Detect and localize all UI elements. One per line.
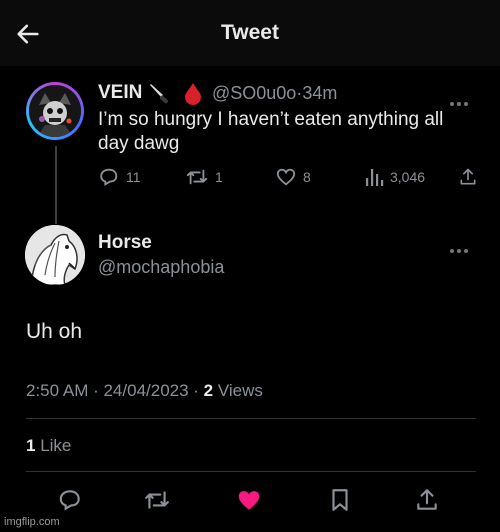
share-icon bbox=[460, 168, 476, 185]
thread-line bbox=[55, 146, 57, 224]
views-count: 2 bbox=[203, 381, 214, 400]
top-bar: Tweet bbox=[0, 0, 500, 66]
display-name[interactable]: Horse bbox=[98, 232, 152, 254]
reply-button[interactable]: 11 bbox=[98, 165, 141, 189]
retweet-count: 1 bbox=[215, 169, 223, 185]
tweet-text: Uh oh bbox=[26, 320, 83, 343]
like-button[interactable]: 8 bbox=[275, 165, 311, 189]
retweet-button[interactable]: 1 bbox=[185, 165, 223, 189]
blood-drop-icon bbox=[185, 83, 201, 105]
like-icon[interactable] bbox=[236, 487, 262, 513]
more-options-icon[interactable] bbox=[450, 93, 474, 106]
watermark: imgflip.com bbox=[4, 516, 60, 528]
like-label: Like bbox=[35, 436, 72, 455]
share-icon[interactable] bbox=[414, 487, 440, 513]
handle-and-time: @SO0u0o·34m bbox=[212, 83, 338, 103]
knife-icon bbox=[150, 84, 169, 104]
display-name[interactable]: VEIN bbox=[98, 82, 142, 104]
bookmark-icon[interactable] bbox=[327, 487, 353, 513]
share-button[interactable] bbox=[458, 165, 484, 189]
views-count: 3,046 bbox=[390, 169, 426, 185]
tweet-meta: 2:50 AM · 24/04/2023 · 2 Views bbox=[26, 381, 263, 401]
handle: @mochaphobia bbox=[98, 257, 225, 277]
views-icon bbox=[366, 169, 384, 186]
reply-count: 11 bbox=[126, 169, 141, 185]
likes-summary[interactable]: 1 Like bbox=[26, 436, 71, 456]
like-count: 8 bbox=[303, 169, 311, 185]
divider bbox=[26, 471, 476, 472]
retweet-icon bbox=[186, 169, 208, 185]
page-title: Tweet bbox=[221, 21, 279, 44]
reply-icon bbox=[100, 168, 118, 186]
reply-icon[interactable] bbox=[57, 487, 83, 513]
avatar[interactable] bbox=[25, 225, 85, 285]
more-options-icon[interactable] bbox=[450, 240, 474, 253]
heart-icon bbox=[276, 168, 296, 186]
tweet-text: I’m so hungry I haven’t eaten anything a… bbox=[98, 109, 444, 154]
views-label: Views bbox=[213, 381, 263, 400]
divider bbox=[26, 418, 476, 419]
views-button[interactable]: 3,046 bbox=[364, 165, 425, 189]
timestamp: 2:50 AM · 24/04/2023 · bbox=[26, 381, 204, 400]
retweet-icon[interactable] bbox=[144, 487, 170, 513]
avatar[interactable] bbox=[26, 82, 84, 140]
